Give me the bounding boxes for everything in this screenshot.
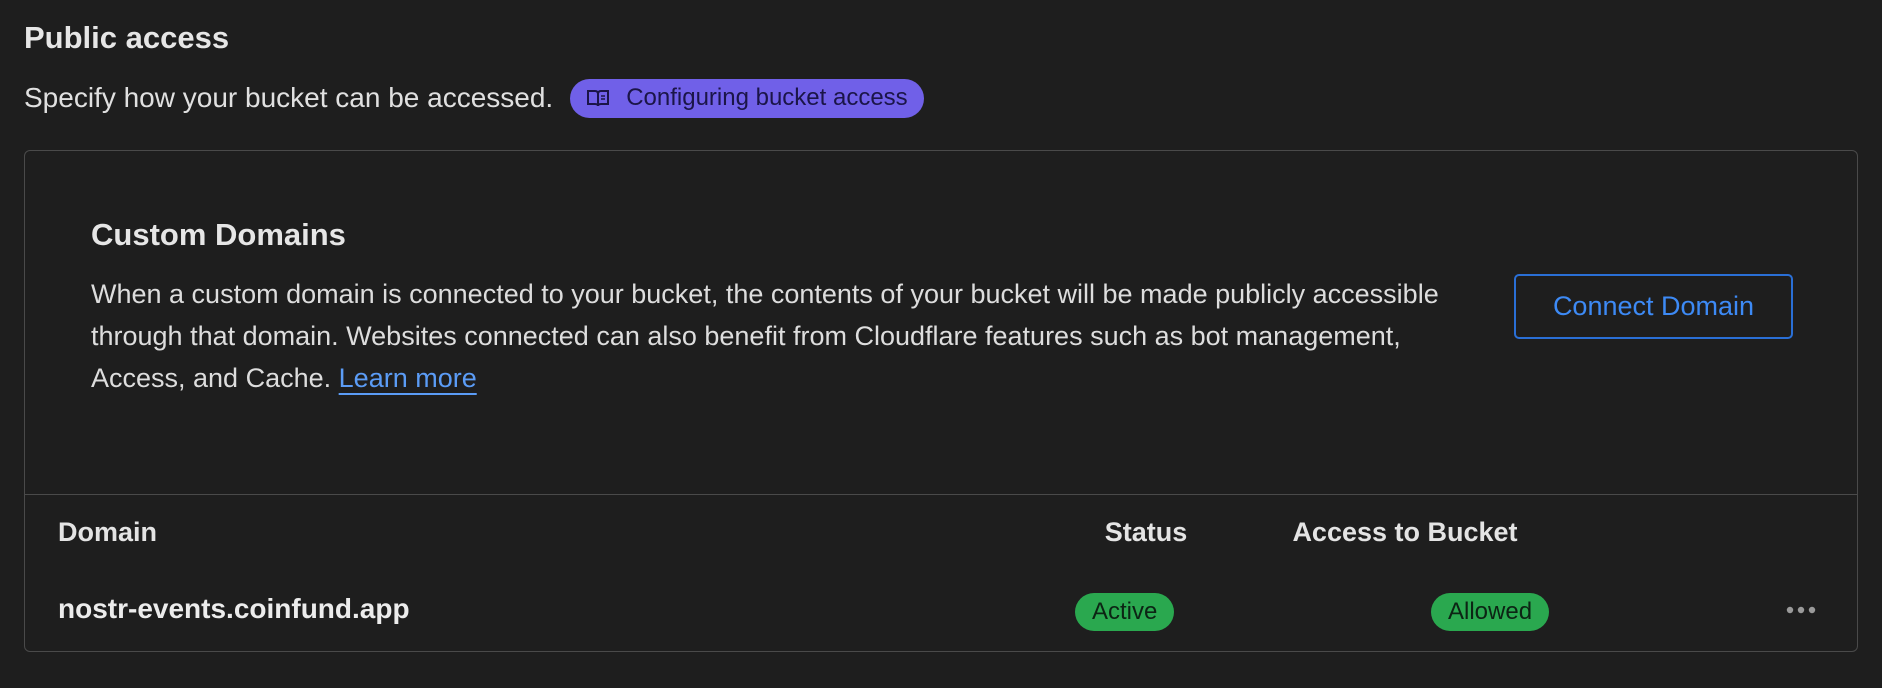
- custom-domains-header: Custom Domains When a custom domain is c…: [25, 151, 1857, 495]
- status-badge: Active: [1075, 593, 1175, 631]
- public-access-page: Public access Specify how your bucket ca…: [0, 0, 1882, 688]
- docs-link-pill[interactable]: Configuring bucket access: [570, 78, 924, 118]
- domain-name: nostr-events.coinfund.app: [58, 593, 410, 624]
- column-header-domain: Domain: [58, 517, 158, 547]
- custom-domains-title: Custom Domains: [91, 217, 346, 252]
- connect-domain-button[interactable]: Connect Domain: [1514, 274, 1793, 339]
- learn-more-link[interactable]: Learn more: [339, 363, 477, 393]
- column-header-status: Status: [1104, 517, 1188, 547]
- custom-domains-card: Custom Domains When a custom domain is c…: [24, 150, 1858, 652]
- table-row: nostr-events.coinfund.app Active Allowed: [25, 573, 1857, 651]
- custom-domains-description-text: When a custom domain is connected to you…: [91, 279, 1439, 393]
- more-horizontal-icon[interactable]: [1781, 595, 1821, 625]
- section-subtitle: Specify how your bucket can be accessed.: [24, 82, 554, 113]
- section-subtitle-row: Specify how your bucket can be accessed.…: [24, 78, 924, 118]
- section-title: Public access: [24, 20, 230, 55]
- custom-domains-description: When a custom domain is connected to you…: [91, 273, 1491, 399]
- column-header-access: Access to Bucket: [1292, 517, 1518, 547]
- domains-table-header: Domain Status Access to Bucket: [25, 495, 1857, 573]
- book-icon: [586, 88, 610, 108]
- docs-link-label: Configuring bucket access: [626, 84, 908, 111]
- access-badge: Allowed: [1431, 593, 1550, 631]
